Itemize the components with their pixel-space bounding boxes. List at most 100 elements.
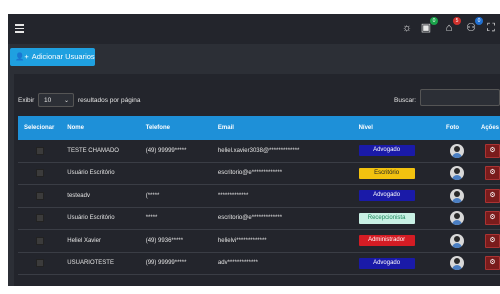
table-header-row: Selecionar Nome Telefone Email Nível Fot… xyxy=(18,116,500,140)
per-page-label: resultados por página xyxy=(78,97,141,104)
email-cell: helielvi************* xyxy=(211,229,353,253)
select-cell xyxy=(18,184,62,208)
row-checkbox[interactable] xyxy=(36,191,44,200)
name-cell: Usuário Escritório xyxy=(61,207,140,230)
select-cell xyxy=(18,229,62,253)
level-badge: Advogado xyxy=(358,257,415,269)
phone-cell: (99) 99999***** xyxy=(139,252,212,275)
add-user-label: Adicionar Usuarios xyxy=(31,52,95,61)
email-cell: ************* xyxy=(211,184,353,208)
level-cell: Advogado xyxy=(352,140,441,163)
col-selecionar[interactable]: Selecionar xyxy=(18,116,62,140)
photo-cell xyxy=(440,184,475,208)
select-cell xyxy=(18,140,62,163)
avatar[interactable] xyxy=(450,166,465,181)
level-cell: Advogado xyxy=(352,252,441,275)
menu-icon[interactable] xyxy=(15,24,24,35)
topbar: ☼ ▣ 0 ⌂ 5 ⚇ 0 ⛶ xyxy=(8,14,500,44)
photo-cell xyxy=(440,252,475,275)
avatar[interactable] xyxy=(450,188,465,203)
gear-icon: ⚙ xyxy=(489,146,496,154)
row-checkbox[interactable] xyxy=(36,146,44,155)
avatar[interactable] xyxy=(450,233,465,248)
col-nome[interactable]: Nome xyxy=(61,116,140,140)
users-table: Selecionar Nome Telefone Email Nível Fot… xyxy=(18,116,500,275)
page-size-select[interactable]: 10 ⌄ xyxy=(38,93,74,107)
table-row: TESTE CHAMADO (49) 99999***** heliel.xav… xyxy=(18,140,500,163)
phone-cell xyxy=(139,162,212,185)
delete-button[interactable]: ⚙ xyxy=(485,166,500,181)
row-checkbox[interactable] xyxy=(36,259,44,268)
level-cell: Advogado xyxy=(352,184,441,208)
fullscreen-icon[interactable]: ⛶ xyxy=(484,21,498,35)
app-window: ☼ ▣ 0 ⌂ 5 ⚇ 0 ⛶ 👤+ Adicionar Usuarios Ex… xyxy=(8,14,500,286)
actions-cell: ⚙ xyxy=(475,140,500,163)
actions-cell: ⚙ xyxy=(475,162,500,185)
row-checkbox[interactable] xyxy=(36,236,44,245)
phone-cell: (49) 99999***** xyxy=(139,140,212,163)
actions-cell: ⚙ xyxy=(475,229,500,253)
users-icon[interactable]: ⚇ 0 xyxy=(464,17,483,35)
delete-button[interactable]: ⚙ xyxy=(485,233,500,248)
table-row: Heliel Xavier (49) 9936***** helielvi***… xyxy=(18,229,500,253)
level-cell: Escritório xyxy=(352,162,441,185)
name-cell: testeadv xyxy=(61,184,140,208)
delete-button[interactable]: ⚙ xyxy=(485,143,500,158)
photo-cell xyxy=(440,162,475,185)
gear-icon: ⚙ xyxy=(489,236,496,244)
notification-badge: 0 xyxy=(430,17,438,25)
col-nivel[interactable]: Nível xyxy=(352,116,441,140)
add-user-icon: 👤+ xyxy=(15,52,29,61)
gear-icon: ⚙ xyxy=(489,169,496,177)
row-checkbox[interactable] xyxy=(36,214,44,223)
home-icon[interactable]: ⌂ 5 xyxy=(442,17,461,35)
phone-cell: (***** xyxy=(139,184,212,208)
select-cell xyxy=(18,162,62,185)
level-badge: Recepcionista xyxy=(358,212,415,224)
table-row: testeadv (***** ************* Advogado ⚙ xyxy=(18,184,500,208)
sun-icon[interactable]: ☼ xyxy=(400,21,414,35)
photo-cell xyxy=(440,229,475,253)
actions-cell: ⚙ xyxy=(475,252,500,275)
gear-icon: ⚙ xyxy=(489,214,496,222)
actions-cell: ⚙ xyxy=(475,184,500,208)
screen: ☼ ▣ 0 ⌂ 5 ⚇ 0 ⛶ 👤+ Adicionar Usuarios Ex… xyxy=(0,0,500,294)
gear-icon: ⚙ xyxy=(489,259,496,267)
add-user-button[interactable]: 👤+ Adicionar Usuarios xyxy=(10,48,95,66)
level-badge: Escritório xyxy=(358,167,415,179)
row-checkbox[interactable] xyxy=(36,169,44,178)
level-cell: Recepcionista xyxy=(352,207,441,230)
users-panel: Exibir 10 ⌄ resultados por página Buscar… xyxy=(14,74,500,286)
name-cell: TESTE CHAMADO xyxy=(61,140,140,163)
col-acoes[interactable]: Ações xyxy=(475,116,500,140)
search-input[interactable] xyxy=(420,89,500,106)
show-label: Exibir xyxy=(18,97,35,104)
delete-button[interactable]: ⚙ xyxy=(485,188,500,203)
actions-cell: ⚙ xyxy=(475,207,500,230)
col-foto[interactable]: Foto xyxy=(440,116,475,140)
email-cell: adv************* xyxy=(211,252,353,275)
calendar-icon[interactable]: ▣ 0 xyxy=(419,17,438,35)
col-email[interactable]: Email xyxy=(211,116,353,140)
delete-button[interactable]: ⚙ xyxy=(485,211,500,226)
avatar[interactable] xyxy=(450,143,465,158)
email-cell: escritorio@e************* xyxy=(211,207,353,230)
name-cell: USUARIOTESTE xyxy=(61,252,140,275)
table-row: USUARIOTESTE (99) 99999***** adv********… xyxy=(18,252,500,275)
notification-badge: 5 xyxy=(453,17,461,25)
photo-cell xyxy=(440,207,475,230)
email-cell: escritorio@e************* xyxy=(211,162,353,185)
phone-cell: ***** xyxy=(139,207,212,230)
select-cell xyxy=(18,207,62,230)
avatar[interactable] xyxy=(450,256,465,271)
name-cell: Usuário Escritório xyxy=(61,162,140,185)
gear-icon: ⚙ xyxy=(489,191,496,199)
chevron-down-icon: ⌄ xyxy=(63,98,69,104)
level-badge: Advogado xyxy=(358,190,415,202)
email-cell: heliel.xavier3038@************* xyxy=(211,140,353,163)
search-label: Buscar: xyxy=(394,97,417,104)
delete-button[interactable]: ⚙ xyxy=(485,256,500,271)
level-cell: Administrador xyxy=(352,229,441,253)
col-telefone[interactable]: Telefone xyxy=(139,116,212,140)
avatar[interactable] xyxy=(450,211,465,226)
